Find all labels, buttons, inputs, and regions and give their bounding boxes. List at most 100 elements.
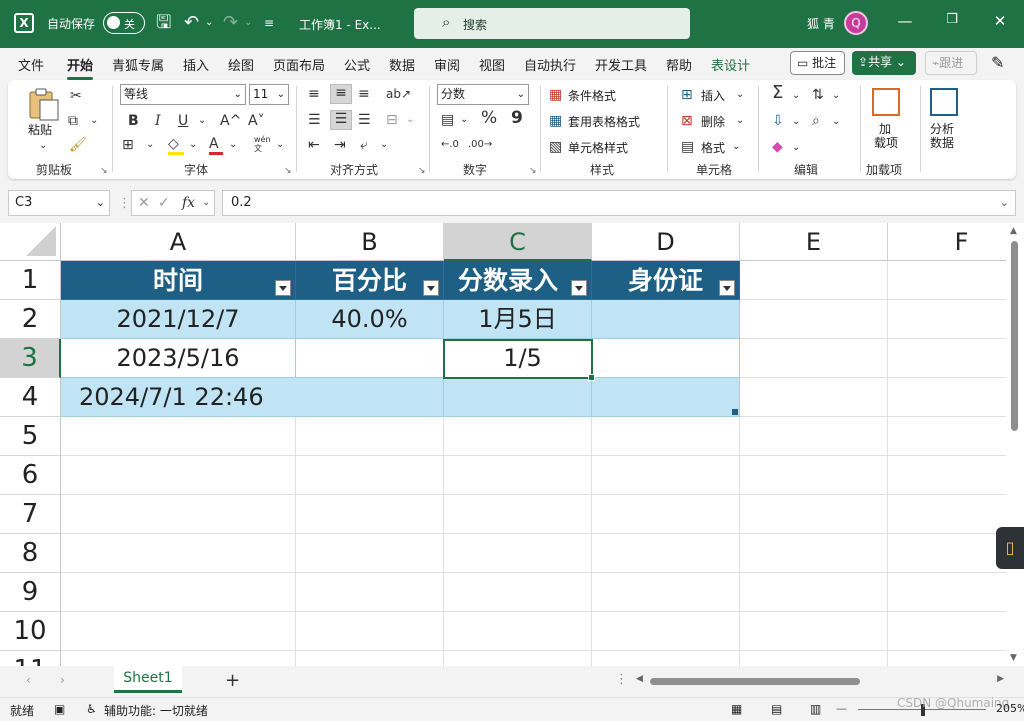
grid-cell[interactable] [592,612,740,651]
phonetic-icon[interactable]: wén 文 [254,135,271,153]
tab-page-layout[interactable]: 页面布局 [273,55,325,74]
scroll-left-icon[interactable]: ◀ [636,674,643,684]
column-header-a[interactable]: A [61,223,296,261]
insert-function-icon[interactable]: fx [182,191,195,215]
paste-icon[interactable] [26,86,62,122]
zoom-out-icon[interactable]: — [836,702,847,715]
table-resize-handle[interactable] [732,409,738,415]
comma-style-icon[interactable]: 9 [511,110,523,127]
undo-dropdown-icon[interactable]: ⌄ [205,12,213,34]
number-format-select[interactable]: 分数 ⌄ [437,84,529,105]
page-break-icon[interactable]: ▥ [810,702,821,716]
tab-home[interactable]: 开始 [67,55,94,80]
clear-dropdown-icon[interactable]: ⌄ [792,140,800,156]
align-left-icon[interactable]: ☰ [308,112,321,128]
grid-cell[interactable] [740,378,888,417]
grid-cell[interactable] [740,261,888,300]
grid-cell[interactable] [61,573,296,612]
scroll-up-icon[interactable]: ▲ [1010,226,1017,236]
horizontal-scroll-thumb[interactable] [650,678,860,685]
grid-cell[interactable] [444,573,592,612]
redo-dropdown-icon[interactable]: ⌄ [244,12,252,34]
conditional-format-icon[interactable]: ▦ [549,87,562,103]
grid-cell[interactable] [444,651,592,666]
table-cell[interactable] [592,300,740,339]
row-header-4[interactable]: 4 [0,378,61,417]
grid-cell[interactable] [592,573,740,612]
table-cell[interactable]: 2023/5/16 [61,339,296,378]
tab-developer[interactable]: 开发工具 [595,55,647,74]
alignment-launcher-icon[interactable]: ↘ [418,166,426,176]
grid-cell[interactable] [444,495,592,534]
grid-cell[interactable] [296,495,444,534]
grid-cell[interactable] [888,300,1024,339]
zoom-level[interactable]: 205% [996,702,1024,715]
formula-input[interactable]: 0.2 ⌄ [222,190,1016,216]
format-as-table-icon[interactable]: ▦ [549,113,562,129]
table-header-cell[interactable]: 身份证 [592,261,740,300]
column-header-d[interactable]: D [592,223,740,261]
grid-cell[interactable] [61,651,296,666]
table-header-cell[interactable]: 分数录入 [444,261,592,300]
grid-cell[interactable] [888,456,1024,495]
scroll-down-icon[interactable]: ▼ [1010,653,1017,663]
grid-cell[interactable] [888,651,1024,666]
row-header-8[interactable]: 8 [0,534,61,573]
clipboard-launcher-icon[interactable]: ↘ [100,166,108,176]
autosave-toggle[interactable]: 关 [103,12,145,34]
table-header-cell[interactable]: 时间 [61,261,296,300]
grid-cell[interactable] [444,534,592,573]
table-cell[interactable] [592,339,740,378]
row-header-5[interactable]: 5 [0,417,61,456]
table-cell[interactable]: 2021/12/7 [61,300,296,339]
insert-dropdown-icon[interactable]: ⌄ [736,87,744,103]
grid-cell[interactable] [61,534,296,573]
merge-dropdown-icon[interactable]: ⌄ [406,112,414,128]
grid-cell[interactable] [592,495,740,534]
grid-cell[interactable] [888,339,1024,378]
grid-cell[interactable] [888,261,1024,300]
accounting-dropdown-icon[interactable]: ⌄ [460,112,468,128]
grid-cell[interactable] [888,573,1024,612]
bold-icon[interactable]: B [128,113,139,129]
fill-dropdown-icon[interactable]: ⌄ [189,137,197,153]
column-header-f[interactable]: F [888,223,1024,261]
font-name-select[interactable]: 等线 ⌄ [120,84,246,105]
next-sheet-icon[interactable]: › [60,673,65,687]
format-painter-icon[interactable]: 🖌 [69,137,87,153]
user-name[interactable]: 狐 青 [807,15,835,32]
grid-cell[interactable] [740,495,888,534]
customize-qat-icon[interactable]: ≡ [264,12,274,34]
row-header-3[interactable]: 3 [0,339,61,378]
share-button[interactable]: ⇪共享 ⌄ [852,51,916,75]
grid-cell[interactable] [444,456,592,495]
table-cell[interactable] [296,378,444,417]
expand-formula-icon[interactable]: ⌄ [1000,191,1009,215]
find-select-icon[interactable]: ⌕ [812,113,820,129]
shrink-font-icon[interactable]: A˅ [248,113,265,129]
page-layout-icon[interactable]: ▤ [771,702,782,716]
autosum-icon[interactable]: Σ [772,84,783,102]
percent-icon[interactable]: % [481,110,497,127]
column-header-b[interactable]: B [296,223,444,261]
tab-help[interactable]: 帮助 [666,55,692,74]
format-cells-button[interactable]: 格式 [701,139,725,156]
grid-cell[interactable] [740,573,888,612]
function-dropdown-icon[interactable]: ⌄ [202,191,210,215]
copy-icon[interactable]: ⧉ [68,113,78,129]
grid-cell[interactable] [888,612,1024,651]
grid-cell[interactable] [740,534,888,573]
grid-cell[interactable] [592,456,740,495]
save-icon[interactable]: 🖫 [156,12,171,34]
grid-cell[interactable] [888,378,1024,417]
cancel-icon[interactable]: ✕ [138,191,150,215]
grid-cell[interactable] [61,612,296,651]
tab-qinghu[interactable]: 青狐专属 [112,55,164,74]
fill-color-icon[interactable]: ◇ [168,136,184,155]
accessibility-status[interactable]: 辅助功能: 一切就绪 [104,702,208,719]
accounting-format-icon[interactable]: ▤ [441,112,454,128]
font-size-select[interactable]: 11 ⌄ [249,84,289,105]
tab-data[interactable]: 数据 [389,55,415,74]
table-header-cell[interactable]: 百分比 [296,261,444,300]
format-dropdown-icon[interactable]: ⌄ [732,139,740,155]
